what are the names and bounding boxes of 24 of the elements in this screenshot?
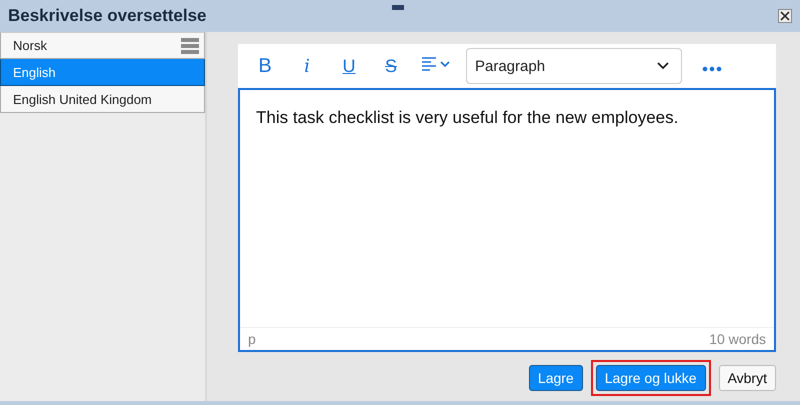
format-button[interactable]: i bbox=[288, 50, 326, 82]
format-button[interactable]: B bbox=[246, 50, 284, 82]
align-left-icon bbox=[421, 56, 451, 72]
drag-handle-icon[interactable] bbox=[392, 5, 404, 10]
language-item[interactable]: English United Kingdom bbox=[0, 86, 205, 113]
language-label: English bbox=[13, 64, 56, 80]
language-item[interactable]: Norsk bbox=[0, 32, 205, 59]
format-button[interactable]: U bbox=[330, 50, 368, 82]
chevron-down-icon bbox=[657, 62, 669, 70]
element-path: p bbox=[248, 331, 256, 347]
window-title: Beskrivelse oversettelse bbox=[8, 6, 206, 26]
language-label: Norsk bbox=[13, 38, 47, 53]
editor-text: This task checklist is very useful for the new employees. bbox=[255, 107, 680, 129]
format-button[interactable]: S bbox=[372, 50, 410, 82]
save-button[interactable]: Lagre bbox=[528, 365, 583, 391]
block-format-dropdown[interactable]: Paragraph bbox=[466, 48, 682, 84]
text-editor[interactable]: This task checklist is very useful for the new employees. p 10 words bbox=[238, 88, 776, 352]
language-label: English United Kingdom bbox=[13, 92, 152, 106]
menu-icon[interactable] bbox=[181, 38, 199, 54]
close-icon[interactable] bbox=[778, 9, 792, 23]
cancel-button[interactable]: Avbryt bbox=[718, 365, 776, 391]
save-button[interactable]: Lagre og lukke bbox=[596, 365, 706, 391]
language-item[interactable]: English bbox=[0, 59, 205, 86]
word-count: 10 words bbox=[709, 331, 766, 347]
